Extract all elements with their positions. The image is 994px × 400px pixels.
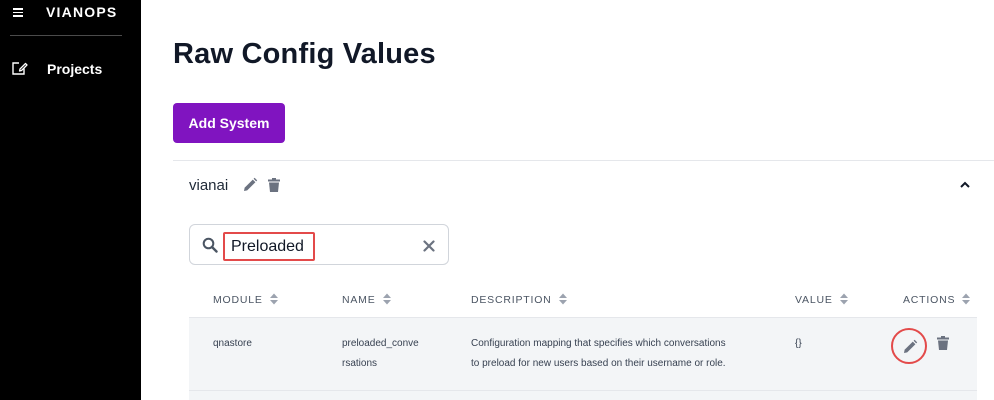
trash-icon[interactable]: [266, 177, 282, 193]
sidebar-header: VIANOPS: [0, 0, 141, 27]
row-edit-button[interactable]: [891, 328, 927, 364]
table-row-partial: [189, 390, 977, 400]
edit-square-icon: [11, 59, 29, 77]
table-header: MODULE NAME DESCRIPTION VALUE ACTIONS: [189, 280, 977, 316]
table-row: qnastore preloaded_conve rsations Config…: [189, 317, 977, 390]
column-header-name[interactable]: NAME: [342, 292, 392, 306]
search-box: [189, 224, 449, 265]
section-divider: [173, 160, 994, 161]
sidebar-divider: [10, 35, 122, 36]
row-delete-button[interactable]: [935, 335, 951, 351]
main-content: Raw Config Values Add System vianai Prel…: [141, 0, 994, 400]
search-input[interactable]: [223, 232, 315, 261]
cell-name-line2: rsations: [342, 358, 378, 369]
sort-icon: [269, 293, 278, 305]
sidebar-item-projects[interactable]: Projects: [0, 50, 141, 86]
pencil-icon: [904, 339, 918, 353]
sidebar-item-label: Projects: [47, 61, 103, 77]
column-label: NAME: [342, 294, 376, 306]
column-label: DESCRIPTION: [471, 294, 552, 306]
system-name: vianai: [189, 177, 229, 194]
pencil-icon[interactable]: [242, 177, 258, 193]
sort-icon: [558, 293, 567, 305]
cell-value: {}: [795, 338, 802, 349]
column-label: ACTIONS: [903, 294, 956, 306]
column-label: VALUE: [795, 294, 833, 306]
sort-icon: [962, 293, 971, 305]
column-label: MODULE: [213, 294, 263, 306]
column-header-module[interactable]: MODULE: [213, 292, 279, 306]
column-header-value[interactable]: VALUE: [795, 292, 849, 306]
column-header-actions[interactable]: ACTIONS: [903, 292, 971, 306]
close-icon[interactable]: [423, 239, 435, 252]
chevron-up-icon[interactable]: [958, 178, 972, 192]
hamburger-icon[interactable]: [13, 6, 25, 18]
cell-description-line2: to preload for new users based on their …: [471, 358, 726, 369]
sort-icon: [382, 293, 391, 305]
column-header-description[interactable]: DESCRIPTION: [471, 292, 568, 306]
cell-name-line1: preloaded_conve: [342, 338, 419, 349]
sidebar: VIANOPS Projects: [0, 0, 141, 400]
search-icon: [202, 237, 218, 253]
cell-description-line1: Configuration mapping that specifies whi…: [471, 338, 726, 349]
page-title: Raw Config Values: [173, 38, 436, 70]
cell-module: qnastore: [213, 338, 252, 349]
sort-icon: [839, 293, 848, 305]
trash-icon: [937, 336, 949, 350]
add-system-button[interactable]: Add System: [173, 103, 285, 143]
logo: VIANOPS: [46, 4, 118, 20]
